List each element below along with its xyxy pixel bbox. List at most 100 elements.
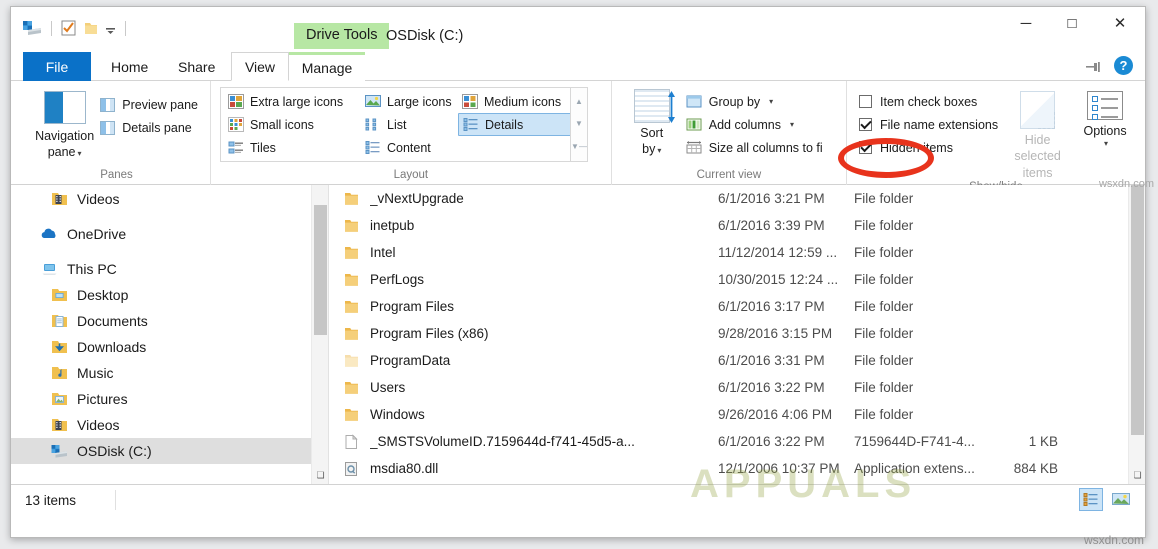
- details-view-toggle[interactable]: [1079, 488, 1103, 511]
- table-row[interactable]: msdia80.dll 12/1/2006 10:37 PM Applicati…: [329, 455, 1145, 482]
- table-row[interactable]: Windows 9/26/2016 4:06 PM File folder: [329, 401, 1145, 428]
- navigation-pane-scrollbar[interactable]: ❏: [311, 185, 328, 484]
- table-row[interactable]: _vNextUpgrade 6/1/2016 3:21 PM File fold…: [329, 185, 1145, 212]
- hidden-items-checkbox[interactable]: Hidden items: [856, 136, 1001, 159]
- table-row[interactable]: Intel 11/12/2014 12:59 ... File folder: [329, 239, 1145, 266]
- details-pane-button[interactable]: Details pane: [97, 116, 201, 139]
- sort-by-caret-icon[interactable]: ▾: [657, 146, 661, 155]
- table-row[interactable]: _SMSTSVolumeID.7159644d-f741-45d5-a... 6…: [329, 428, 1145, 455]
- sort-direction-arrow-icon: [667, 91, 676, 123]
- sidebar-item-onedrive[interactable]: OneDrive: [11, 221, 328, 247]
- tab-file[interactable]: File: [23, 52, 91, 81]
- folder-icon: [343, 353, 360, 369]
- file-name: PerfLogs: [370, 272, 425, 287]
- tab-home[interactable]: Home: [95, 52, 164, 81]
- close-button[interactable]: ✕: [1095, 7, 1145, 39]
- navigation-scroll-down-icon[interactable]: ❏: [312, 465, 328, 484]
- table-row[interactable]: inetpub 6/1/2016 3:39 PM File folder: [329, 212, 1145, 239]
- layout-scroll-down-icon[interactable]: ▼: [575, 120, 583, 128]
- hidden-items-box-icon[interactable]: [859, 141, 872, 154]
- group-by-caret-icon[interactable]: ▾: [769, 97, 773, 106]
- options-button[interactable]: Options ▾: [1074, 87, 1136, 149]
- window-title: OSDisk (C:): [386, 28, 464, 44]
- layout-scroll-up-icon[interactable]: ▲: [575, 98, 583, 106]
- sidebar-item-videos-quick[interactable]: Videos: [11, 186, 328, 212]
- navigation-tree: Videos OneDrive This PC Desktop Document…: [11, 185, 328, 464]
- large-icons-view-toggle[interactable]: [1109, 488, 1133, 511]
- tab-view[interactable]: View: [231, 52, 289, 81]
- file-date: 9/28/2016 3:15 PM: [718, 326, 833, 341]
- quick-access-toolbar: [23, 20, 128, 36]
- table-row[interactable]: PerfLogs 10/30/2015 12:24 ... File folde…: [329, 266, 1145, 293]
- size-all-columns-button[interactable]: Size all columns to fi: [683, 136, 826, 159]
- folder-icon: [343, 272, 360, 288]
- drive-icon[interactable]: [23, 20, 42, 36]
- size-all-columns-label: Size all columns to fi: [708, 140, 823, 155]
- file-list-scrollbar-thumb[interactable]: [1131, 185, 1144, 435]
- item-check-boxes-checkbox[interactable]: Item check boxes: [856, 90, 1001, 113]
- medium-icons-icon: [462, 94, 478, 109]
- navigation-pane-caret-icon[interactable]: ▾: [78, 149, 82, 158]
- tab-manage[interactable]: Manage: [289, 52, 365, 81]
- sidebar-item-downloads[interactable]: Downloads: [11, 334, 328, 360]
- onedrive-icon: [41, 226, 58, 242]
- add-columns-button[interactable]: Add columns ▾: [683, 113, 826, 136]
- navigation-scrollbar-thumb[interactable]: [314, 205, 327, 335]
- table-row[interactable]: Program Files 6/1/2016 3:17 PM File fold…: [329, 293, 1145, 320]
- tab-share[interactable]: Share: [162, 52, 231, 81]
- layout-list[interactable]: List: [361, 113, 458, 136]
- folder-icon: [343, 326, 360, 342]
- table-row[interactable]: ProgramData 6/1/2016 3:31 PM File folder: [329, 347, 1145, 374]
- layout-extra-large-icons[interactable]: Extra large icons: [224, 90, 361, 113]
- item-check-boxes-box-icon[interactable]: [859, 95, 872, 108]
- layout-tiles[interactable]: Tiles: [224, 136, 361, 159]
- file-name-extensions-checkbox[interactable]: File name extensions: [856, 113, 1001, 136]
- ribbon-group-current-view-title: Current view: [696, 169, 762, 181]
- properties-icon[interactable]: [61, 20, 77, 36]
- sidebar-item-music[interactable]: Music: [11, 360, 328, 386]
- layout-small-icons[interactable]: Small icons: [224, 113, 361, 136]
- table-row[interactable]: OpalStatus.efi 11/12/2014 1:26 PM EFI Fi…: [329, 482, 1145, 484]
- options-caret-icon[interactable]: ▾: [1104, 139, 1108, 149]
- new-folder-icon[interactable]: [84, 21, 98, 36]
- window-controls: ─ □ ✕: [1003, 7, 1145, 39]
- layout-large-icons[interactable]: Large icons: [361, 90, 458, 113]
- sidebar-item-pictures[interactable]: Pictures: [11, 386, 328, 412]
- layout-gallery-expand-icon[interactable]: ▼—: [571, 142, 587, 151]
- sidebar-item-documents[interactable]: Documents: [11, 308, 328, 334]
- sort-by-button[interactable]: Sort by ▾: [621, 87, 683, 157]
- ribbon-group-panes-title: Panes: [100, 169, 133, 181]
- layout-content[interactable]: Content: [361, 136, 458, 159]
- preview-pane-button[interactable]: Preview pane: [97, 93, 201, 116]
- layout-gallery-scrollbar[interactable]: ▲ ▼ ▼—: [570, 88, 587, 161]
- sidebar-item-label: Pictures: [77, 391, 128, 407]
- sidebar-item-this-pc[interactable]: This PC: [11, 256, 328, 282]
- sidebar-item-desktop[interactable]: Desktop: [11, 282, 328, 308]
- ribbon-group-layout-title: Layout: [393, 169, 429, 181]
- table-row[interactable]: Users 6/1/2016 3:22 PM File folder: [329, 374, 1145, 401]
- this-pc-icon: [41, 261, 58, 277]
- file-date: 10/30/2015 12:24 ...: [718, 272, 839, 287]
- pin-ribbon-icon[interactable]: [1086, 60, 1103, 72]
- navigation-pane-button[interactable]: Navigation pane ▾: [32, 87, 97, 160]
- file-list-scrollbar[interactable]: ❏: [1128, 185, 1145, 484]
- sidebar-item-videos[interactable]: Videos: [11, 412, 328, 438]
- file-list-scroll-down-icon[interactable]: ❏: [1129, 465, 1145, 484]
- music-folder-icon: [51, 365, 68, 381]
- small-icons-icon: [228, 117, 244, 132]
- add-columns-caret-icon[interactable]: ▾: [790, 120, 794, 129]
- layout-details[interactable]: Details: [458, 113, 576, 136]
- table-row[interactable]: Program Files (x86) 9/28/2016 3:15 PM Fi…: [329, 320, 1145, 347]
- minimize-button[interactable]: ─: [1003, 7, 1049, 39]
- layout-medium-icons[interactable]: Medium icons: [458, 90, 576, 113]
- sidebar-item-osdisk-c[interactable]: OSDisk (C:): [11, 438, 328, 464]
- customize-qat-caret-icon[interactable]: [105, 23, 116, 34]
- navigation-pane-label-line2: pane: [47, 144, 76, 159]
- file-name: inetpub: [370, 218, 415, 233]
- folder-icon: [343, 218, 360, 234]
- help-icon[interactable]: ?: [1114, 56, 1133, 75]
- options-icon: [1087, 91, 1124, 120]
- file-name-extensions-box-icon[interactable]: [859, 118, 872, 131]
- group-by-button[interactable]: Group by ▾: [683, 90, 826, 113]
- maximize-button[interactable]: □: [1049, 7, 1095, 39]
